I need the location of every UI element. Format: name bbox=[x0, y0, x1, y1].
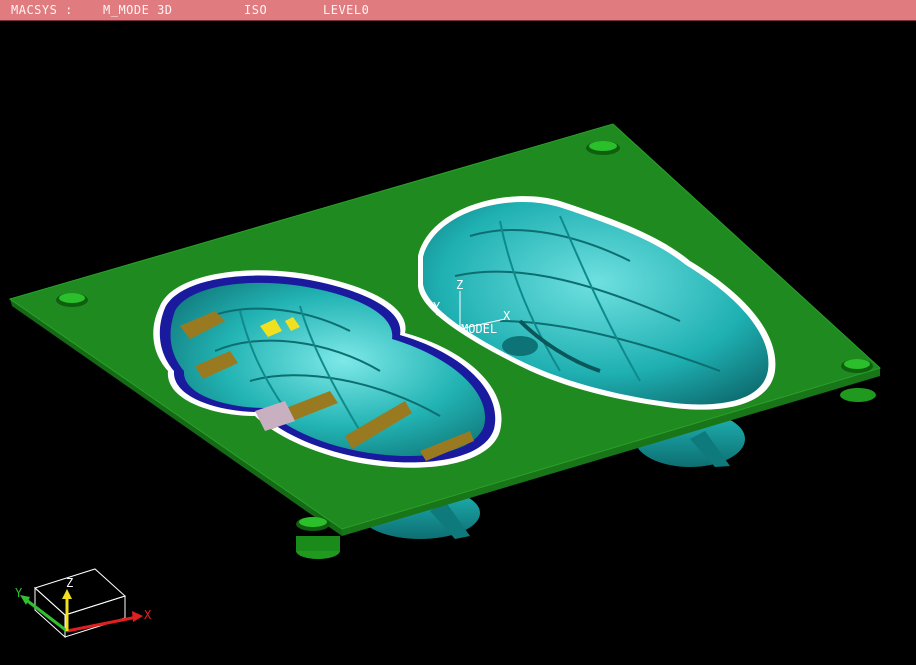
triad-y-label: Y bbox=[15, 586, 23, 600]
model-axis-x-label: X bbox=[503, 309, 511, 323]
triad-x-label: X bbox=[144, 608, 152, 622]
title-view: ISO bbox=[244, 3, 268, 17]
title-mode: M_MODE 3D bbox=[103, 3, 173, 17]
cad-viewport[interactable]: Z X Y MODEL X Y Z bbox=[0, 21, 916, 665]
title-level: LEVEL0 bbox=[323, 3, 370, 17]
triad-z-label: Z bbox=[66, 576, 73, 590]
view-orientation-triad[interactable]: X Y Z bbox=[15, 568, 152, 639]
model-axis-z-label: Z bbox=[456, 278, 463, 292]
title-bar: MACSYS : M_MODE 3D ISO LEVEL0 bbox=[0, 0, 916, 21]
model-axis-name-label: MODEL bbox=[461, 322, 497, 336]
mold-model-render[interactable]: Z X Y MODEL X Y Z bbox=[0, 21, 916, 665]
model-axis-y-label: Y bbox=[433, 300, 441, 314]
title-app: MACSYS : bbox=[11, 3, 73, 17]
